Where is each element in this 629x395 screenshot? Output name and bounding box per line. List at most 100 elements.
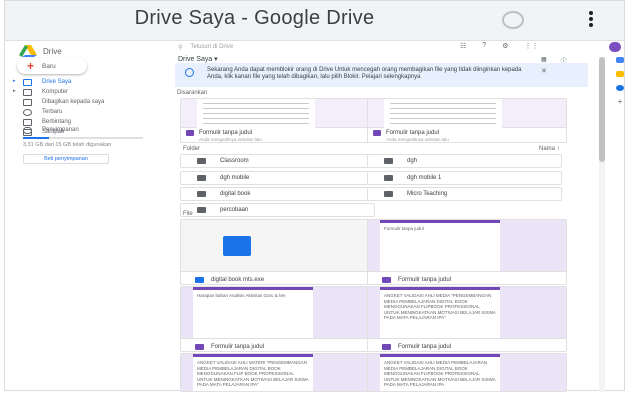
folder-icon [384, 175, 393, 181]
folder-item[interactable]: digital book [180, 187, 375, 201]
add-addon-icon[interactable]: + [616, 98, 624, 106]
banner-text: Sekarang Anda dapat memblokir orang di D… [207, 67, 522, 80]
form-preview: ANGKET VALIDASI AHLI MEDIA PEMBELAJARAN … [380, 354, 500, 391]
plus-icon: + [27, 59, 35, 73]
scrollbar-thumb[interactable] [599, 57, 605, 162]
sidebar-item-shared[interactable]: Dibagikan kepada saya [5, 97, 168, 107]
card-subtitle: Anda mengeditnya sebulan lalu [386, 137, 449, 142]
exe-app-icon [223, 236, 251, 256]
search-options-icon[interactable]: ☷ [460, 42, 466, 50]
drive-folder-icon [23, 78, 32, 86]
new-button-label: Baru [42, 62, 56, 70]
file-thumbnail: Harapan bahan Analisis Aktivitas Guru & … [181, 287, 379, 339]
file-type-icon [195, 277, 204, 283]
folder-name: dgh [407, 158, 418, 164]
file-thumbnail [181, 220, 379, 272]
calendar-icon[interactable] [616, 57, 624, 63]
folder-name: percobaan [220, 207, 249, 213]
folder-item[interactable]: dgh [367, 154, 562, 168]
form-preview: Formulir tanpa judul [380, 220, 500, 271]
file-card[interactable]: ANGKET VALIDASI AHLI MEDIA "PENGEMBANGAN… [367, 286, 567, 352]
browser-window: Drive Saya - Google Drive Drive + Baru ▸ [4, 0, 625, 392]
cloud-icon [23, 126, 32, 134]
keep-icon[interactable] [616, 71, 624, 77]
drive-logo-icon [19, 45, 37, 57]
new-button[interactable]: + Baru [17, 58, 87, 74]
folder-icon [384, 158, 393, 164]
scrollbar[interactable] [599, 57, 605, 392]
folder-item[interactable]: dgh mobile 1 [367, 171, 562, 185]
folder-name: dgh mobile 1 [407, 175, 442, 181]
file-card[interactable]: ANGKET VALIDASI AHLI MATERI "PENGEMBANGA… [180, 353, 380, 392]
screenshot-stage: Drive Saya - Google Drive Drive + Baru ▸ [0, 0, 629, 395]
buy-storage-button[interactable]: Beli penyimpanan [23, 154, 109, 164]
folder-name: dgh mobile [220, 175, 250, 181]
header-icons: ☷ ? ⚙ ⋮⋮ [460, 42, 538, 50]
sidebar-item-my-drive[interactable]: ▸ Drive Saya [5, 77, 168, 87]
folder-name: Micro Teaching [407, 191, 448, 197]
drive-brand[interactable]: Drive [19, 45, 62, 57]
suggested-card[interactable]: Formulir tanpa judul Anda mengeditnya se… [180, 98, 380, 143]
sidebar-item-recent[interactable]: Terbaru [5, 107, 168, 117]
info-banner: Sekarang Anda dapat memblokir orang di D… [175, 63, 588, 87]
file-name: Formulir tanpa judul [398, 277, 452, 283]
refresh-icon[interactable] [502, 11, 524, 29]
folder-icon [197, 207, 206, 213]
file-card[interactable]: ANGKET VALIDASI AHLI MEDIA PEMBELAJARAN … [367, 353, 567, 392]
form-preview: Harapan bahan Analisis Aktivitas Guru & … [193, 287, 313, 338]
card-subtitle: Anda mengeditnya sebulan lalu [199, 137, 262, 142]
expand-arrow-icon[interactable]: ▸ [13, 78, 16, 84]
apps-grid-icon[interactable]: ⋮⋮ [524, 42, 538, 50]
search-bar[interactable]: ⚲ Telusuri di Drive [178, 41, 448, 53]
form-preview-title: ANGKET VALIDASI AHLI MEDIA PEMBELAJARAN … [384, 360, 496, 387]
close-icon[interactable]: ✕ [541, 67, 547, 75]
forms-icon [373, 130, 381, 136]
forms-icon [186, 130, 194, 136]
sidebar-item-computers[interactable]: ▸ Komputer [5, 87, 168, 97]
folder-item[interactable]: Micro Teaching [367, 187, 562, 201]
storage-bar [23, 137, 143, 139]
card-name: Formulir tanpa judul [199, 130, 253, 136]
file-card[interactable]: Harapan bahan Analisis Aktivitas Guru & … [180, 286, 380, 352]
file-card[interactable]: digital book mts.exe [180, 219, 380, 285]
card-thumbnail [181, 99, 379, 128]
folder-icon [197, 191, 206, 197]
brand-label: Drive [43, 46, 62, 56]
help-icon[interactable]: ? [482, 42, 486, 50]
folder-item[interactable]: dgh mobile [180, 171, 375, 185]
sidebar-item-label: Dibagikan kepada saya [42, 99, 105, 105]
folder-item[interactable]: Classroom [180, 154, 375, 168]
form-preview: ANGKET VALIDASI AHLI MATERI "PENGEMBANGA… [193, 354, 313, 391]
search-input[interactable]: Telusuri di Drive [190, 44, 233, 50]
expand-arrow-icon[interactable]: ▸ [13, 88, 16, 94]
side-panel-rail: + [614, 41, 625, 392]
folder-name: digital book [220, 191, 251, 197]
sidebar: Drive + Baru ▸ Drive Saya ▸ Komputer Dib… [5, 41, 168, 392]
folder-name: Classroom [220, 158, 249, 164]
folder-item[interactable]: percobaan [180, 203, 375, 217]
sidebar-item-storage[interactable]: Penyimpanan [5, 125, 168, 135]
forms-icon [382, 277, 391, 283]
suggested-card[interactable]: Formulir tanpa judul Anda mengeditnya se… [367, 98, 567, 143]
settings-gear-icon[interactable]: ⚙ [502, 42, 508, 50]
folder-icon [197, 158, 206, 164]
storage-meter: 3,31 GB dari 15 GB telah digunakan [23, 135, 143, 149]
block-icon [185, 68, 194, 77]
form-preview-title: Harapan bahan Analisis Aktivitas Guru & … [197, 293, 286, 298]
file-name: Formulir tanpa judul [211, 344, 265, 350]
storage-text: 3,31 GB dari 15 GB telah digunakan [23, 142, 112, 148]
folder-heading: Folder [183, 146, 201, 152]
search-icon: ⚲ [178, 44, 183, 51]
forms-icon [195, 344, 204, 350]
sort-by-name[interactable]: Nama ↑ [539, 146, 560, 152]
breadcrumb[interactable]: Drive Saya ▾ [178, 55, 218, 63]
form-preview-title: ANGKET VALIDASI AHLI MATERI "PENGEMBANGA… [197, 360, 309, 387]
file-card[interactable]: Formulir tanpa judul Formulir tanpa judu… [367, 219, 567, 285]
file-thumbnail: ANGKET VALIDASI AHLI MEDIA "PENGEMBANGAN… [368, 287, 566, 339]
form-preview-title: Formulir tanpa judul [384, 226, 424, 231]
file-name: digital book mts.exe [211, 277, 265, 283]
sidebar-item-label: Komputer [42, 89, 69, 95]
tasks-icon[interactable] [616, 85, 624, 91]
form-preview-title: ANGKET VALIDASI AHLI MEDIA "PENGEMBANGAN… [384, 293, 496, 320]
more-menu-icon[interactable] [588, 10, 594, 32]
